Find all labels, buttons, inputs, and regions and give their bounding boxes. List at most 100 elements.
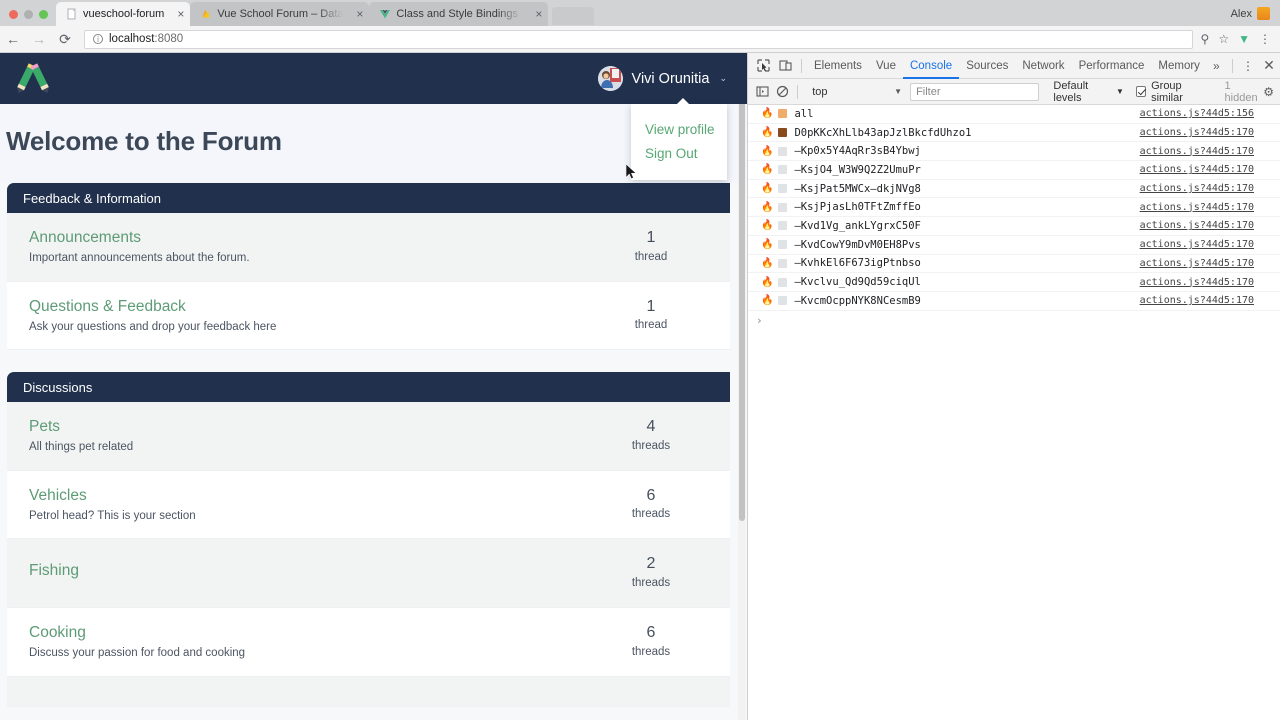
page-scrollbar[interactable] <box>738 53 746 720</box>
devtools-tab-memory[interactable]: Memory <box>1151 53 1207 79</box>
console-log-text: all <box>794 107 814 120</box>
console-log-source[interactable]: actions.js?44d5:170 <box>1140 258 1254 269</box>
devtools-settings-menu-icon[interactable]: ⋮ <box>1238 59 1258 73</box>
forum-link[interactable]: Cooking <box>29 624 572 642</box>
console-log-row[interactable]: 🔥 –Kvd1Vg_ankLYgrxC50F actions.js?44d5:1… <box>748 217 1280 236</box>
menu-item-view-profile[interactable]: View profile <box>645 118 727 142</box>
minimize-window-button[interactable] <box>24 10 33 19</box>
search-icon[interactable]: ⚲ <box>1201 33 1210 45</box>
bookmark-star-icon[interactable]: ☆ <box>1218 33 1229 45</box>
category-feedback-and-information: Feedback & Information Announcements Imp… <box>0 183 747 351</box>
page-scrollbar-thumb[interactable] <box>739 55 745 521</box>
forum-link[interactable]: Fishing <box>29 562 572 580</box>
checkbox-icon[interactable] <box>1135 86 1147 97</box>
console-log-source[interactable]: actions.js?44d5:170 <box>1140 202 1254 213</box>
devtools-tab-console[interactable]: Console <box>903 53 959 79</box>
vue-devtools-icon[interactable]: ▼ <box>1238 33 1250 45</box>
forum-row-fishing[interactable]: Fishing 2 threads <box>7 539 730 608</box>
console-log-row[interactable]: 🔥 D0pKKcXhLlb43apJzlBkcfdUhzo1 actions.j… <box>748 124 1280 143</box>
menu-item-sign-out[interactable]: Sign Out <box>645 142 727 166</box>
console-log-row[interactable]: 🔥 –KsjPjasLh0TFtZmffEo actions.js?44d5:1… <box>748 198 1280 218</box>
chrome-menu-icon[interactable]: ⋮ <box>1259 33 1271 45</box>
flame-icon: 🔥 <box>761 276 774 288</box>
new-tab-button[interactable] <box>552 7 595 25</box>
reload-button[interactable]: ⟳ <box>52 26 78 52</box>
forum-link[interactable]: Pets <box>29 418 572 436</box>
forum-row-cooking[interactable]: Cooking Discuss your passion for food an… <box>7 607 730 677</box>
console-log-text: –KsjPjasLh0TFtZmffEo <box>794 201 921 214</box>
site-info-icon[interactable]: i <box>93 34 103 44</box>
forum-row-announcements[interactable]: Announcements Important announcements ab… <box>7 213 730 282</box>
console-filter-input[interactable]: Filter <box>910 82 1040 101</box>
console-log-source[interactable]: actions.js?44d5:170 <box>1140 277 1254 288</box>
forward-button[interactable]: → <box>26 26 52 52</box>
divider <box>1232 58 1233 73</box>
maximize-window-button[interactable] <box>39 10 48 19</box>
console-log-text: –Kp0x5Y4AqRr3sB4Ybwj <box>794 145 921 158</box>
console-log-source[interactable]: actions.js?44d5:170 <box>1140 146 1254 157</box>
console-log-row[interactable]: 🔥 all actions.js?44d5:156 <box>748 105 1280 124</box>
forum-thread-count: 1 thread <box>572 298 730 334</box>
forum-link[interactable]: Vehicles <box>29 487 572 505</box>
inspect-element-icon[interactable] <box>752 55 774 77</box>
console-log-source[interactable]: actions.js?44d5:170 <box>1140 164 1254 175</box>
console-log-source[interactable]: actions.js?44d5:170 <box>1140 183 1254 194</box>
log-level-select[interactable]: Default levels ▼ <box>1053 80 1124 104</box>
devtools-tab-performance[interactable]: Performance <box>1072 53 1152 79</box>
devtools-tab-vue[interactable]: Vue <box>869 53 903 79</box>
console-log-source[interactable]: actions.js?44d5:170 <box>1140 239 1254 250</box>
devtools-tab-elements[interactable]: Elements <box>807 53 869 79</box>
thread-count-label: threads <box>631 439 671 452</box>
console-log-row[interactable]: 🔥 –KvdCowY9mDvM0EH8Pvs actions.js?44d5:1… <box>748 236 1280 255</box>
console-input-prompt[interactable]: › <box>748 311 1280 330</box>
forum-link[interactable]: Announcements <box>29 229 572 247</box>
toggle-device-toolbar-icon[interactable] <box>774 55 796 77</box>
category-header: Feedback & Information <box>7 183 730 213</box>
forum-row-next[interactable] <box>7 676 730 707</box>
forum-description: Ask your questions and drop your feedbac… <box>29 320 277 333</box>
close-tab-button[interactable]: × <box>169 8 184 20</box>
close-tab-button[interactable]: × <box>348 8 363 20</box>
category-header: Discussions <box>7 372 730 403</box>
browser-tab-vueschool-forum[interactable]: vueschool-forum × <box>56 2 191 26</box>
back-button[interactable]: ← <box>0 26 26 52</box>
console-log-row[interactable]: 🔥 –Kvclvu_Qd9Qd59ciqUl actions.js?44d5:1… <box>748 273 1280 292</box>
console-log-row[interactable]: 🔥 –Kp0x5Y4AqRr3sB4Ybwj actions.js?44d5:1… <box>748 142 1280 162</box>
chrome-profile-button[interactable]: Alex <box>1231 7 1280 26</box>
user-menu-button[interactable]: Vivi Orunitia ⌄ <box>597 66 727 91</box>
browser-tab-vue-school-forum-database[interactable]: Vue School Forum – Database × <box>190 2 370 26</box>
gear-icon[interactable]: ⚙ <box>1263 85 1274 99</box>
devtools-tab-sources[interactable]: Sources <box>959 53 1015 79</box>
forum-info: Questions & Feedback Ask your questions … <box>29 298 572 333</box>
group-similar-toggle[interactable]: Group similar <box>1135 80 1211 104</box>
console-sidebar-toggle-icon[interactable] <box>752 81 772 103</box>
forum-link[interactable]: Questions & Feedback <box>29 298 572 316</box>
console-log-source[interactable]: actions.js?44d5:170 <box>1140 295 1254 306</box>
forum-row-pets[interactable]: Pets All things pet related 4 threads <box>7 402 730 471</box>
console-log-source[interactable]: actions.js?44d5:170 <box>1140 127 1254 138</box>
page-icon <box>67 8 76 20</box>
clear-console-icon[interactable] <box>772 81 792 103</box>
object-preview-icon <box>778 296 788 306</box>
console-log-row[interactable]: 🔥 –KvcmOcppNYK8NCesmB9 actions.js?44d5:1… <box>748 292 1280 311</box>
address-bar[interactable]: i localhost:8080 <box>84 29 1193 49</box>
close-devtools-icon[interactable]: ✕ <box>1258 57 1280 74</box>
page-content: Vivi Orunitia ⌄ View profile Sign Out We… <box>0 53 747 707</box>
console-log-source[interactable]: actions.js?44d5:170 <box>1140 220 1254 231</box>
devtools-tab-network[interactable]: Network <box>1015 53 1071 79</box>
console-log-text: –KsjPat5MWCx–dkjNVg8 <box>794 182 921 195</box>
console-log-source[interactable]: actions.js?44d5:156 <box>1140 108 1254 119</box>
console-log-row[interactable]: 🔥 –KsjPat5MWCx–dkjNVg8 actions.js?44d5:1… <box>748 180 1280 199</box>
more-tabs-icon[interactable]: » <box>1207 59 1226 73</box>
close-tab-button[interactable]: × <box>527 8 542 20</box>
browser-tab-class-and-style-bindings[interactable]: Class and Style Bindings — Vu × <box>369 2 549 26</box>
console-log-row[interactable]: 🔥 –KvhkEl6F673igPtnbso actions.js?44d5:1… <box>748 255 1280 274</box>
address-bar-url: localhost:8080 <box>109 33 184 45</box>
console-log-row[interactable]: 🔥 –KsjO4_W3W9Q2Z2UmuPr actions.js?44d5:1… <box>748 161 1280 180</box>
devtools-tab-bar: Elements Vue Console Sources Network Per… <box>748 53 1280 79</box>
forum-row-vehicles[interactable]: Vehicles Petrol head? This is your secti… <box>7 470 730 540</box>
forum-row-questions-and-feedback[interactable]: Questions & Feedback Ask your questions … <box>7 281 730 351</box>
close-window-button[interactable] <box>9 10 18 19</box>
vue-school-pencil-logo[interactable] <box>14 62 52 96</box>
execution-context-select[interactable]: top ▼ <box>808 83 906 101</box>
